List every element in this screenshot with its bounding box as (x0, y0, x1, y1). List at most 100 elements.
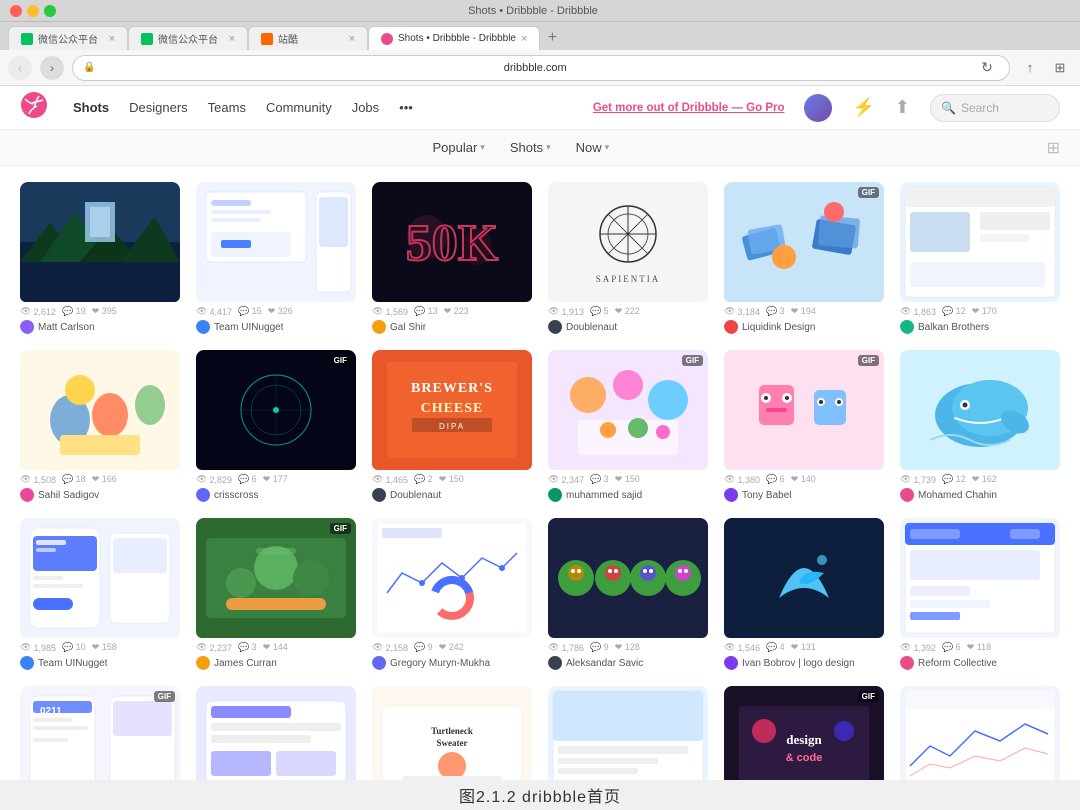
grid-toggle-button[interactable]: ⊞ (1047, 138, 1060, 158)
shots-grid: 👁 2,612💬 19❤ 395Matt Carlson👁 4,417💬 15❤… (0, 166, 1080, 780)
shot-card[interactable]: 👁 1,985💬 10❤ 158Team UINugget (20, 518, 180, 670)
shot-card[interactable]: BREWER'SCHEESEDIPA👁 1,465💬 2❤ 150Doublen… (372, 350, 532, 502)
shot-author[interactable]: crisscross (196, 488, 356, 502)
shot-card[interactable]: 👁 1,786💬 9❤ 128Aleksandar Savic (548, 518, 708, 670)
shot-author[interactable]: Tony Babel (724, 488, 884, 502)
shot-author[interactable]: Ivan Bobrov | logo design (724, 656, 884, 670)
svg-text:Sweater: Sweater (437, 738, 468, 748)
likes-stat: 💬 9 (590, 642, 609, 653)
nav-teams[interactable]: Teams (208, 100, 246, 115)
shot-author[interactable]: Team UINugget (196, 320, 356, 334)
shot-card[interactable]: 👁 1,508💬 18❤ 166Sahil Sadigov (20, 350, 180, 502)
new-tab-button[interactable]: + (540, 26, 564, 50)
now-filter[interactable]: Now ▾ (566, 136, 620, 159)
nav-shots[interactable]: Shots (73, 100, 109, 115)
tab-label: Shots • Dribbble - Dribbble (398, 33, 516, 44)
shot-card[interactable]: GIF👁 3,184💬 3❤ 194Liquidink Design (724, 182, 884, 334)
tab-zhankoo[interactable]: 站酷 × (248, 26, 368, 50)
svg-text:CHEESE: CHEESE (421, 401, 484, 416)
shot-card[interactable]: design& codeGIF (724, 686, 884, 780)
shot-thumbnail: GIF (724, 182, 884, 302)
author-name: Matt Carlson (38, 322, 95, 333)
shot-card[interactable]: GIF👁 2,347💬 3❤ 150muhammed sajid (548, 350, 708, 502)
shot-card[interactable]: SAPIENTIA👁 1,913💬 5❤ 222Doublenaut (548, 182, 708, 334)
close-button[interactable] (10, 5, 22, 17)
tab-label: 站酷 (278, 31, 344, 46)
bookmark-button[interactable]: ⊞ (1048, 56, 1072, 80)
shot-thumbnail (900, 182, 1060, 302)
notifications-icon[interactable]: ⚡ (852, 97, 874, 118)
tab-close-icon[interactable]: × (521, 33, 527, 45)
share-button[interactable]: ↑ (1018, 56, 1042, 80)
tab-close-icon[interactable]: × (109, 33, 115, 45)
tab-close-icon[interactable]: × (349, 33, 355, 45)
shot-author[interactable]: muhammed sajid (548, 488, 708, 502)
shot-author[interactable]: Reform Collective (900, 656, 1060, 670)
shot-card[interactable]: 👁 1,739💬 12❤ 162Mohamed Chahin (900, 350, 1060, 502)
shot-card[interactable]: 👁 2,158💬 9❤ 242 Gregory Muryn-Mukha (372, 518, 532, 670)
shot-card[interactable]: 👁 1,546💬 4❤ 131Ivan Bobrov | logo design (724, 518, 884, 670)
views-icon: 👁 (900, 474, 911, 485)
shot-thumbnail (20, 350, 180, 470)
shot-card[interactable]: 👁 1,863💬 12❤ 170Balkan Brothers (900, 182, 1060, 334)
shot-card[interactable] (548, 686, 708, 780)
tab-wechat-1[interactable]: 微信公众平台 × (8, 26, 128, 50)
shot-author[interactable]: Doublenaut (372, 488, 532, 502)
shot-card[interactable]: 👁 4,417💬 15❤ 326Team UINugget (196, 182, 356, 334)
go-pro-button[interactable]: Get more out of Dribbble — Go Pro (593, 102, 785, 114)
forward-button[interactable]: › (40, 56, 64, 80)
nav-community[interactable]: Community (266, 100, 332, 115)
address-bar[interactable]: 🔒 dribbble.com ↻ (72, 55, 1010, 81)
shot-card[interactable] (900, 686, 1060, 780)
maximize-button[interactable] (44, 5, 56, 17)
tab-dribbble[interactable]: Shots • Dribbble - Dribbble × (368, 26, 540, 50)
shot-author[interactable]: Liquidink Design (724, 320, 884, 334)
shot-author[interactable]: Gal Shir (372, 320, 532, 334)
shot-author[interactable]: Gregory Muryn-Mukha (372, 656, 532, 670)
minimize-button[interactable] (27, 5, 39, 17)
likes-stat: 💬 19 (62, 306, 86, 317)
views-icon: 👁 (548, 306, 559, 317)
shot-author[interactable]: James Curran (196, 656, 356, 670)
shot-author[interactable]: Mohamed Chahin (900, 488, 1060, 502)
tab-wechat-2[interactable]: 微信公众平台 × (128, 26, 248, 50)
tab-close-icon[interactable]: × (229, 33, 235, 45)
views-icon: 👁 (196, 306, 207, 317)
nav-designers[interactable]: Designers (129, 100, 188, 115)
views-icon: 👁 (196, 642, 207, 653)
hearts-stat: ❤ 131 (791, 642, 816, 653)
shot-card[interactable]: 50K👁 1,569💬 13❤ 223Gal Shir (372, 182, 532, 334)
upload-icon[interactable]: ⬆ (895, 97, 910, 118)
shot-card[interactable]: GIF👁 1,380💬 6❤ 140Tony Babel (724, 350, 884, 502)
shot-author[interactable]: Balkan Brothers (900, 320, 1060, 334)
likes-stat: 💬 12 (942, 474, 966, 485)
shot-author[interactable]: Team UINugget (20, 656, 180, 670)
views-stat: 👁 3,184 (724, 306, 760, 317)
reload-button[interactable]: ↻ (975, 56, 999, 80)
nav-jobs[interactable]: Jobs (352, 100, 379, 115)
shot-card[interactable]: 👁 1,392💬 6❤ 118Reform Collective (900, 518, 1060, 670)
shot-author[interactable]: Matt Carlson (20, 320, 180, 334)
shot-card[interactable] (196, 686, 356, 780)
likes-stat: 💬 13 (414, 306, 438, 317)
shot-card[interactable]: 0211GIF (20, 686, 180, 780)
likes-stat: 💬 6 (766, 474, 785, 485)
back-button[interactable]: ‹ (8, 56, 32, 80)
shot-author[interactable]: Doublenaut (548, 320, 708, 334)
shot-card[interactable]: 👁 2,612💬 19❤ 395Matt Carlson (20, 182, 180, 334)
shot-card[interactable]: GIF👁 2,829💬 6❤ 177crisscross (196, 350, 356, 502)
nav-more[interactable]: ••• (399, 100, 413, 115)
shot-author[interactable]: Aleksandar Savic (548, 656, 708, 670)
user-avatar[interactable] (804, 94, 832, 122)
shots-filter[interactable]: Shots ▾ (500, 136, 561, 159)
shot-thumbnail (548, 518, 708, 638)
popular-filter[interactable]: Popular ▾ (422, 136, 494, 159)
shot-card[interactable]: TurtleneckSweater (372, 686, 532, 780)
shot-stats: 👁 2,158💬 9❤ 242 (372, 642, 532, 653)
browser-frame: Shots • Dribbble - Dribbble 微信公众平台 × 微信公… (0, 0, 1080, 810)
likes-stat: 💬 9 (414, 642, 433, 653)
shot-stats: 👁 1,380💬 6❤ 140 (724, 474, 884, 485)
shot-author[interactable]: Sahil Sadigov (20, 488, 180, 502)
search-bar[interactable]: 🔍 Search (930, 94, 1060, 122)
shot-card[interactable]: GIF👁 2,237💬 3❤ 144James Curran (196, 518, 356, 670)
